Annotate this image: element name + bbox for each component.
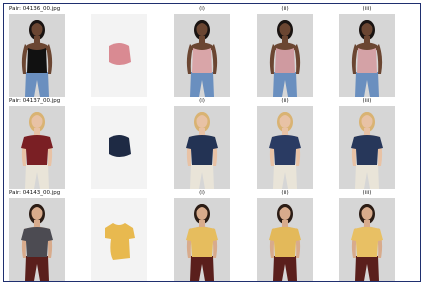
tryon-result-image [339,14,395,97]
tryon-result-image [174,198,230,281]
person-top [357,48,377,73]
pair-label: Pair: 04143_00.jpg [9,190,61,196]
column-label: (iii) [362,190,372,196]
column-label: (i) [199,98,205,104]
garment-image [91,106,147,189]
pair-label: Pair: 04136_00.jpg [9,6,61,12]
result-row: Pair: 04143_00.jpg (i) (ii) (iii) [4,190,420,282]
tryon-result-image [174,14,230,97]
garment-image [91,198,147,281]
tryon-result-image [257,106,313,189]
column-label: (iii) [362,98,372,104]
result-row: Pair: 04136_00.jpg (i) (ii) (iii) [4,6,420,98]
person-top [192,48,212,73]
column-label: (i) [199,190,205,196]
garment-shape [109,135,131,157]
pair-label: Pair: 04137_00.jpg [9,98,61,104]
tryon-result-image [339,198,395,281]
column-label: (ii) [281,98,289,104]
person-image [9,14,65,97]
column-label: (i) [199,6,205,12]
person-top [275,48,295,73]
column-label: (ii) [281,190,289,196]
tryon-result-image [174,106,230,189]
tryon-result-image [257,14,313,97]
tryon-result-image [339,106,395,189]
column-label: (ii) [281,6,289,12]
person-image [9,106,65,189]
tryon-result-image [257,198,313,281]
person-top [27,48,47,73]
result-row: Pair: 04137_00.jpg (i) (ii) (iii) [4,98,420,190]
person-image [9,198,65,281]
garment-image [91,14,147,97]
figure-frame: Pair: 04136_00.jpg (i) (ii) (iii) Pair: 0413… [3,3,421,282]
garment-shape [109,43,131,65]
column-label: (iii) [362,6,372,12]
